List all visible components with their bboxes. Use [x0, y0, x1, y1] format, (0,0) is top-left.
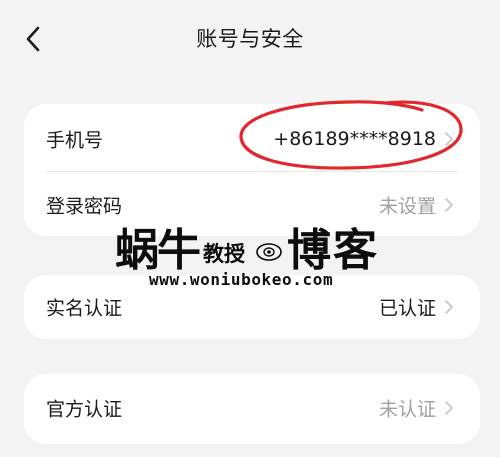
- phone-label: 手机号: [46, 129, 104, 152]
- snail-logo-icon: [256, 243, 282, 261]
- realname-label: 实名认证: [46, 297, 123, 320]
- official-label: 官方认证: [46, 398, 123, 421]
- row-divider: [46, 171, 458, 172]
- phone-row[interactable]: 手机号 +86189****8918: [24, 107, 480, 171]
- realname-value: 已认证: [378, 297, 436, 320]
- chevron-right-icon: [445, 401, 453, 415]
- password-value: 未设置: [378, 195, 436, 218]
- password-row[interactable]: 登录密码 未设置: [24, 173, 480, 236]
- chevron-right-icon: [445, 132, 453, 146]
- chevron-right-icon: [445, 300, 453, 314]
- header-bar: 账号与安全: [0, 0, 500, 82]
- official-row[interactable]: 官方认证 未认证: [24, 376, 480, 440]
- watermark-name-part: 教授: [203, 242, 245, 266]
- account-card: 手机号 +86189****8918 登录密码 未设置: [24, 104, 480, 236]
- phone-value: +86189****8918: [273, 128, 436, 150]
- page-title: 账号与安全: [196, 27, 304, 51]
- official-card: 官方认证 未认证: [24, 374, 480, 444]
- password-label: 登录密码: [46, 195, 123, 218]
- chevron-right-icon: [445, 198, 453, 212]
- realname-card: 实名认证 已认证: [24, 275, 480, 339]
- realname-row[interactable]: 实名认证 已认证: [24, 275, 480, 339]
- official-value: 未认证: [378, 398, 436, 421]
